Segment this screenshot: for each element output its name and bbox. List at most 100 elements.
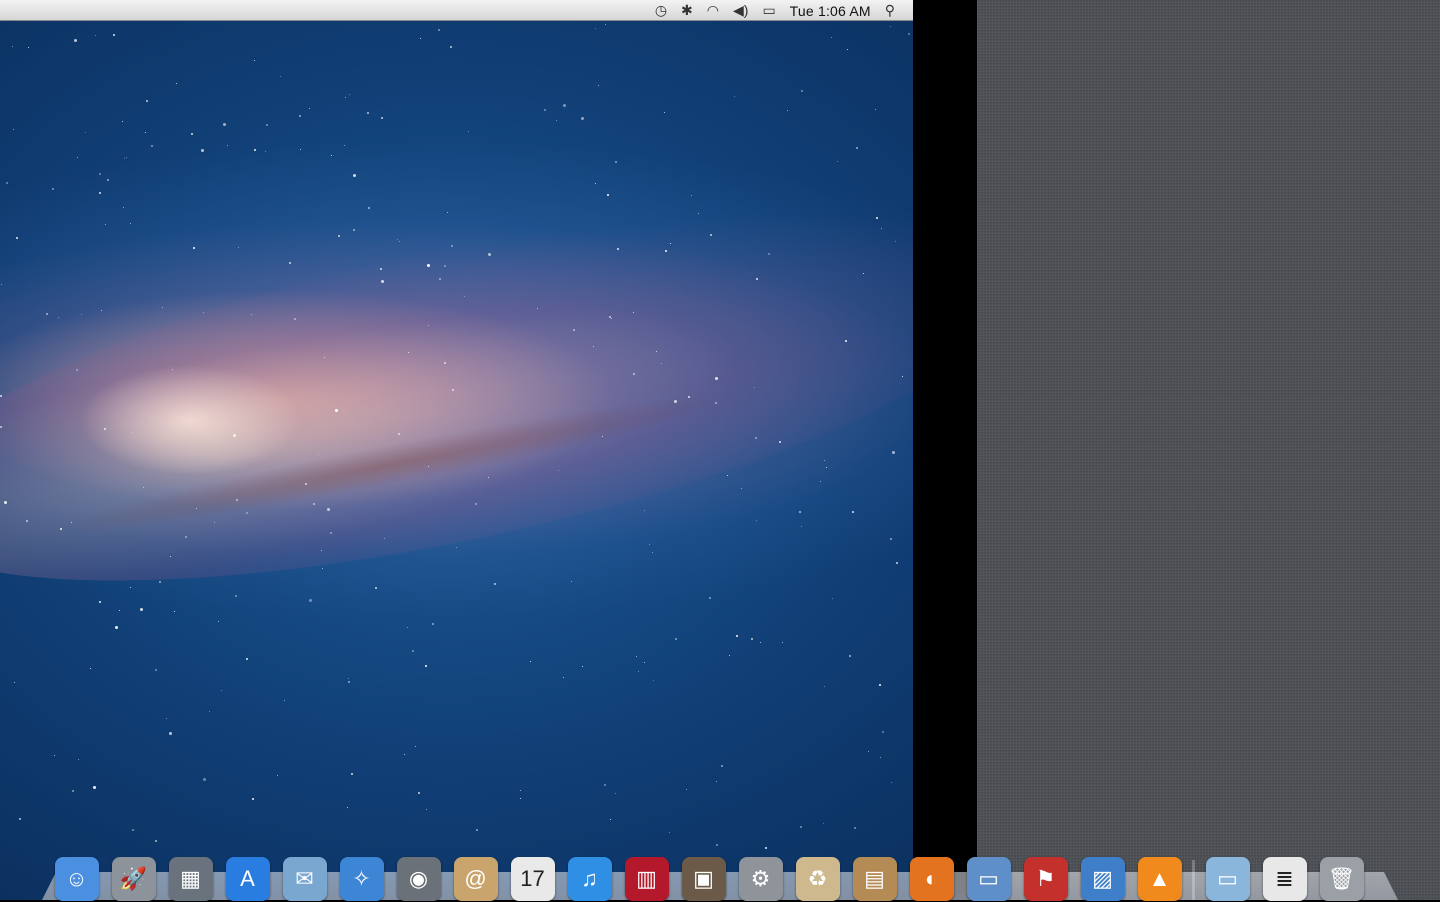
star [432, 623, 434, 625]
dock-item-mission-control[interactable]: ▦ [166, 856, 215, 902]
dock-item-archive-utility[interactable]: ▤ [850, 856, 899, 902]
vlc-icon: ▲ [1137, 857, 1182, 901]
star [52, 188, 54, 190]
star [891, 782, 892, 783]
star [81, 314, 82, 315]
star [176, 83, 177, 84]
star [327, 508, 330, 511]
galaxy-band [0, 133, 913, 657]
star [674, 400, 677, 403]
star [123, 207, 124, 208]
dock-item-ical[interactable]: 17 [508, 856, 557, 902]
facetime-icon: ◉ [396, 857, 441, 901]
star [633, 312, 634, 313]
star [605, 24, 606, 25]
star [895, 241, 896, 242]
star [353, 229, 355, 231]
star [710, 234, 712, 236]
star [209, 711, 210, 712]
dock-item-firefox[interactable]: ◐ [907, 856, 956, 902]
star [193, 247, 195, 249]
star [221, 690, 222, 691]
star [4, 501, 7, 504]
star [765, 847, 767, 849]
dock-item-preview[interactable]: ▨ [1078, 856, 1127, 902]
dock-item-safari[interactable]: ✧ [337, 856, 386, 902]
star [520, 790, 521, 791]
star [26, 520, 28, 522]
dock-item-mail[interactable]: ✉ [280, 856, 329, 902]
address-book-icon: @ [453, 857, 498, 901]
dock-item-vlc[interactable]: ▲ [1135, 856, 1184, 902]
display-gap [913, 0, 977, 900]
star [254, 149, 256, 151]
dock-item-applications-folder[interactable]: ▭ [1203, 856, 1252, 902]
star [691, 195, 692, 196]
star [653, 680, 654, 681]
star [227, 145, 228, 146]
star [300, 149, 301, 150]
star [381, 117, 383, 119]
dock-item-address-book[interactable]: @ [451, 856, 500, 902]
bluetooth-icon[interactable]: ✱ [681, 0, 693, 21]
star [299, 115, 301, 117]
desktop-wallpaper [0, 0, 913, 900]
dock-item-trash[interactable]: 🗑 [1317, 856, 1366, 902]
star [71, 522, 72, 523]
star [644, 662, 645, 663]
star [669, 832, 670, 833]
dock-item-itunes[interactable]: ♫ [565, 856, 614, 902]
star [252, 798, 254, 800]
star [444, 362, 446, 364]
star [456, 547, 457, 548]
star [799, 511, 801, 513]
star [890, 538, 892, 540]
wifi-icon[interactable]: ◠ [707, 0, 719, 21]
dock-item-system-preferences[interactable]: ⚙ [736, 856, 785, 902]
star [464, 296, 465, 297]
dock-item-documents-stack[interactable]: ≣ [1260, 856, 1309, 902]
star [380, 268, 382, 270]
star [638, 671, 639, 672]
dock-item-finder[interactable]: ☺ [52, 856, 101, 902]
dock-item-helper-app[interactable]: ⚑ [1021, 856, 1070, 902]
spotlight-icon[interactable]: ⚲ [885, 0, 895, 21]
screen-sharing-icon: ▭ [966, 857, 1011, 901]
star [277, 775, 278, 776]
star [155, 669, 157, 671]
star [399, 241, 400, 242]
dock-item-app-store[interactable]: A [223, 856, 272, 902]
launchpad-icon: 🚀 [111, 857, 156, 901]
star [74, 39, 77, 42]
star [661, 363, 662, 364]
star [159, 581, 161, 583]
star [801, 90, 803, 92]
dock-item-launchpad[interactable]: 🚀 [109, 856, 158, 902]
star [571, 581, 572, 582]
dock-item-recycle-archive[interactable]: ♻ [793, 856, 842, 902]
star [146, 100, 148, 102]
star [99, 601, 101, 603]
time-machine-icon[interactable]: ◷ [655, 0, 667, 21]
star [246, 658, 248, 660]
star [404, 754, 405, 755]
star [880, 757, 881, 758]
star [78, 759, 79, 760]
star [558, 470, 559, 471]
dock-item-photo-booth[interactable]: ▥ [622, 856, 671, 902]
volume-icon[interactable]: ◀) [733, 0, 748, 21]
star [832, 598, 833, 599]
linen-background [977, 0, 1440, 900]
applications-folder-icon: ▭ [1205, 857, 1250, 901]
star [615, 793, 616, 794]
star [214, 522, 215, 523]
menu-clock[interactable]: Tue 1:06 AM [790, 3, 871, 19]
battery-icon[interactable]: ▭ [762, 0, 775, 21]
star [254, 60, 255, 61]
dock-item-iphoto[interactable]: ▣ [679, 856, 728, 902]
dock-item-facetime[interactable]: ◉ [394, 856, 443, 902]
photo-booth-icon: ▥ [624, 857, 669, 901]
star [556, 120, 557, 121]
dock-item-screen-sharing[interactable]: ▭ [964, 856, 1013, 902]
star [104, 428, 106, 430]
